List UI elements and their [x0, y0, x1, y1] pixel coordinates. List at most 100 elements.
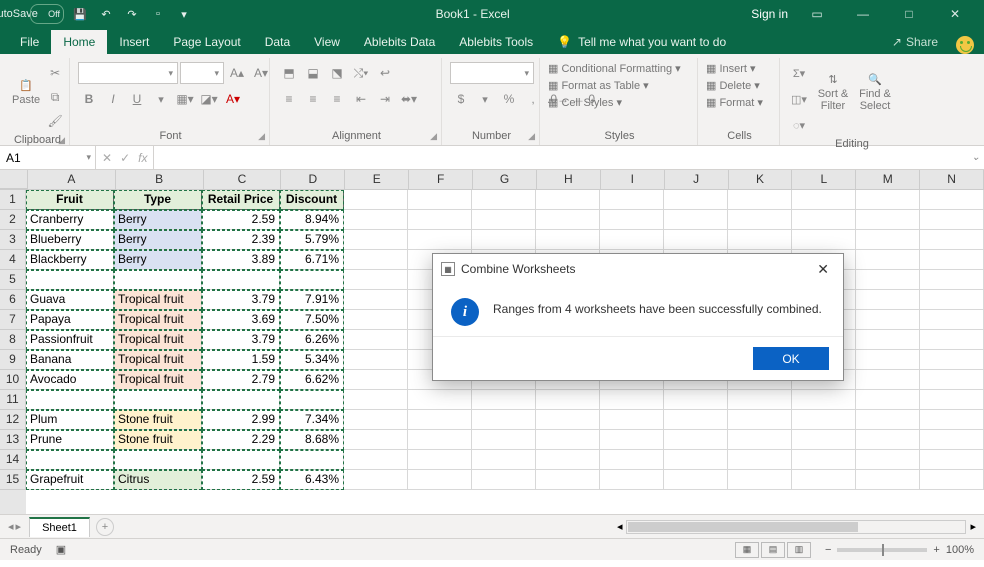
- cell[interactable]: [920, 470, 984, 490]
- format-painter-icon[interactable]: 🖌: [44, 110, 66, 132]
- sheet-tab-sheet1[interactable]: Sheet1: [29, 517, 90, 537]
- cell[interactable]: [728, 230, 792, 250]
- formula-input[interactable]: ⌄: [154, 146, 984, 169]
- cell[interactable]: 3.69: [202, 310, 280, 330]
- cut-icon[interactable]: ✂: [44, 62, 66, 84]
- cell[interactable]: Tropical fruit: [114, 370, 202, 390]
- cell[interactable]: [920, 390, 984, 410]
- cell[interactable]: [344, 250, 408, 270]
- tab-view[interactable]: View: [302, 30, 352, 54]
- sheet-nav-next-icon[interactable]: ▸: [16, 520, 22, 533]
- cell[interactable]: [856, 270, 920, 290]
- cell[interactable]: 2.29: [202, 430, 280, 450]
- cell[interactable]: [536, 390, 600, 410]
- format-as-table-button[interactable]: ▦ Format as Table ▾: [548, 79, 649, 92]
- cell[interactable]: [792, 430, 856, 450]
- cell[interactable]: [856, 390, 920, 410]
- redo-icon[interactable]: ↷: [122, 4, 142, 24]
- cell[interactable]: 5.34%: [280, 350, 344, 370]
- view-page-break-icon[interactable]: ▥: [787, 542, 811, 558]
- cell[interactable]: [280, 450, 344, 470]
- tab-ablebits-tools[interactable]: Ablebits Tools: [447, 30, 545, 54]
- cell[interactable]: [792, 390, 856, 410]
- cell[interactable]: [792, 210, 856, 230]
- cell[interactable]: Stone fruit: [114, 410, 202, 430]
- cell[interactable]: [920, 210, 984, 230]
- cell[interactable]: [856, 310, 920, 330]
- maximize-icon[interactable]: □: [892, 0, 926, 28]
- alignment-dialog-icon[interactable]: ◢: [430, 131, 437, 142]
- cell[interactable]: [728, 470, 792, 490]
- cell[interactable]: [26, 390, 114, 410]
- share-button[interactable]: ↗ Share: [884, 30, 946, 54]
- row-header-2[interactable]: 2: [0, 210, 26, 230]
- cell[interactable]: Passionfruit: [26, 330, 114, 350]
- cell[interactable]: [202, 390, 280, 410]
- col-header-I[interactable]: I: [601, 170, 665, 189]
- cell[interactable]: [856, 290, 920, 310]
- macro-record-icon[interactable]: ▣: [56, 543, 66, 556]
- cell[interactable]: [344, 410, 408, 430]
- align-bottom-icon[interactable]: ⬔: [326, 62, 348, 84]
- tab-data[interactable]: Data: [253, 30, 302, 54]
- cell[interactable]: [536, 450, 600, 470]
- cell[interactable]: [600, 470, 664, 490]
- hscroll-track[interactable]: [626, 520, 966, 534]
- col-header-E[interactable]: E: [345, 170, 409, 189]
- autosave-toggle[interactable]: Off: [30, 4, 64, 24]
- cell[interactable]: [472, 210, 536, 230]
- increase-font-icon[interactable]: A▴: [226, 62, 248, 84]
- fill-color-icon[interactable]: ◪▾: [198, 88, 220, 110]
- row-header-1[interactable]: 1: [0, 190, 26, 210]
- cell[interactable]: [856, 190, 920, 210]
- cell[interactable]: 2.79: [202, 370, 280, 390]
- font-size-combo[interactable]: [180, 62, 224, 84]
- italic-button[interactable]: I: [102, 88, 124, 110]
- col-header-D[interactable]: D: [281, 170, 345, 189]
- cell[interactable]: 2.39: [202, 230, 280, 250]
- cell[interactable]: [664, 450, 728, 470]
- increase-indent-icon[interactable]: ⇥: [374, 88, 396, 110]
- cell[interactable]: [344, 390, 408, 410]
- cell[interactable]: [344, 450, 408, 470]
- cell[interactable]: [728, 390, 792, 410]
- row-header-4[interactable]: 4: [0, 250, 26, 270]
- cell[interactable]: [536, 470, 600, 490]
- currency-icon[interactable]: $: [450, 88, 472, 110]
- format-cells-button[interactable]: ▦ Format ▾: [706, 96, 763, 109]
- find-select-button[interactable]: 🔍Find & Select: [856, 62, 894, 122]
- cell[interactable]: [344, 290, 408, 310]
- cell[interactable]: [114, 390, 202, 410]
- enter-formula-icon[interactable]: ✓: [120, 151, 130, 165]
- undo-icon[interactable]: ↶: [96, 4, 116, 24]
- ribbon-display-icon[interactable]: ▭: [800, 0, 834, 28]
- row-header-6[interactable]: 6: [0, 290, 26, 310]
- cell[interactable]: [856, 450, 920, 470]
- col-header-N[interactable]: N: [920, 170, 984, 189]
- cell[interactable]: [26, 450, 114, 470]
- cell[interactable]: 2.59: [202, 210, 280, 230]
- tab-home[interactable]: Home: [51, 30, 107, 54]
- cell[interactable]: [600, 210, 664, 230]
- cell[interactable]: [344, 190, 408, 210]
- cell[interactable]: 7.91%: [280, 290, 344, 310]
- sort-filter-button[interactable]: ⇅Sort & Filter: [814, 62, 852, 122]
- cell[interactable]: 2.59: [202, 470, 280, 490]
- cell[interactable]: [792, 450, 856, 470]
- fx-icon[interactable]: fx: [138, 151, 147, 165]
- cell[interactable]: [728, 410, 792, 430]
- cell[interactable]: [856, 350, 920, 370]
- copy-icon[interactable]: ⧉: [44, 86, 66, 108]
- cell[interactable]: [856, 430, 920, 450]
- cancel-formula-icon[interactable]: ✕: [102, 151, 112, 165]
- clipboard-dialog-icon[interactable]: ◢: [58, 135, 65, 146]
- cell[interactable]: [920, 190, 984, 210]
- tab-page-layout[interactable]: Page Layout: [161, 30, 252, 54]
- cell[interactable]: 7.50%: [280, 310, 344, 330]
- cell[interactable]: [536, 430, 600, 450]
- cell[interactable]: [600, 430, 664, 450]
- cell[interactable]: Tropical fruit: [114, 310, 202, 330]
- cell[interactable]: [408, 390, 472, 410]
- border-icon[interactable]: ▦▾: [174, 88, 196, 110]
- number-dialog-icon[interactable]: ◢: [528, 131, 535, 142]
